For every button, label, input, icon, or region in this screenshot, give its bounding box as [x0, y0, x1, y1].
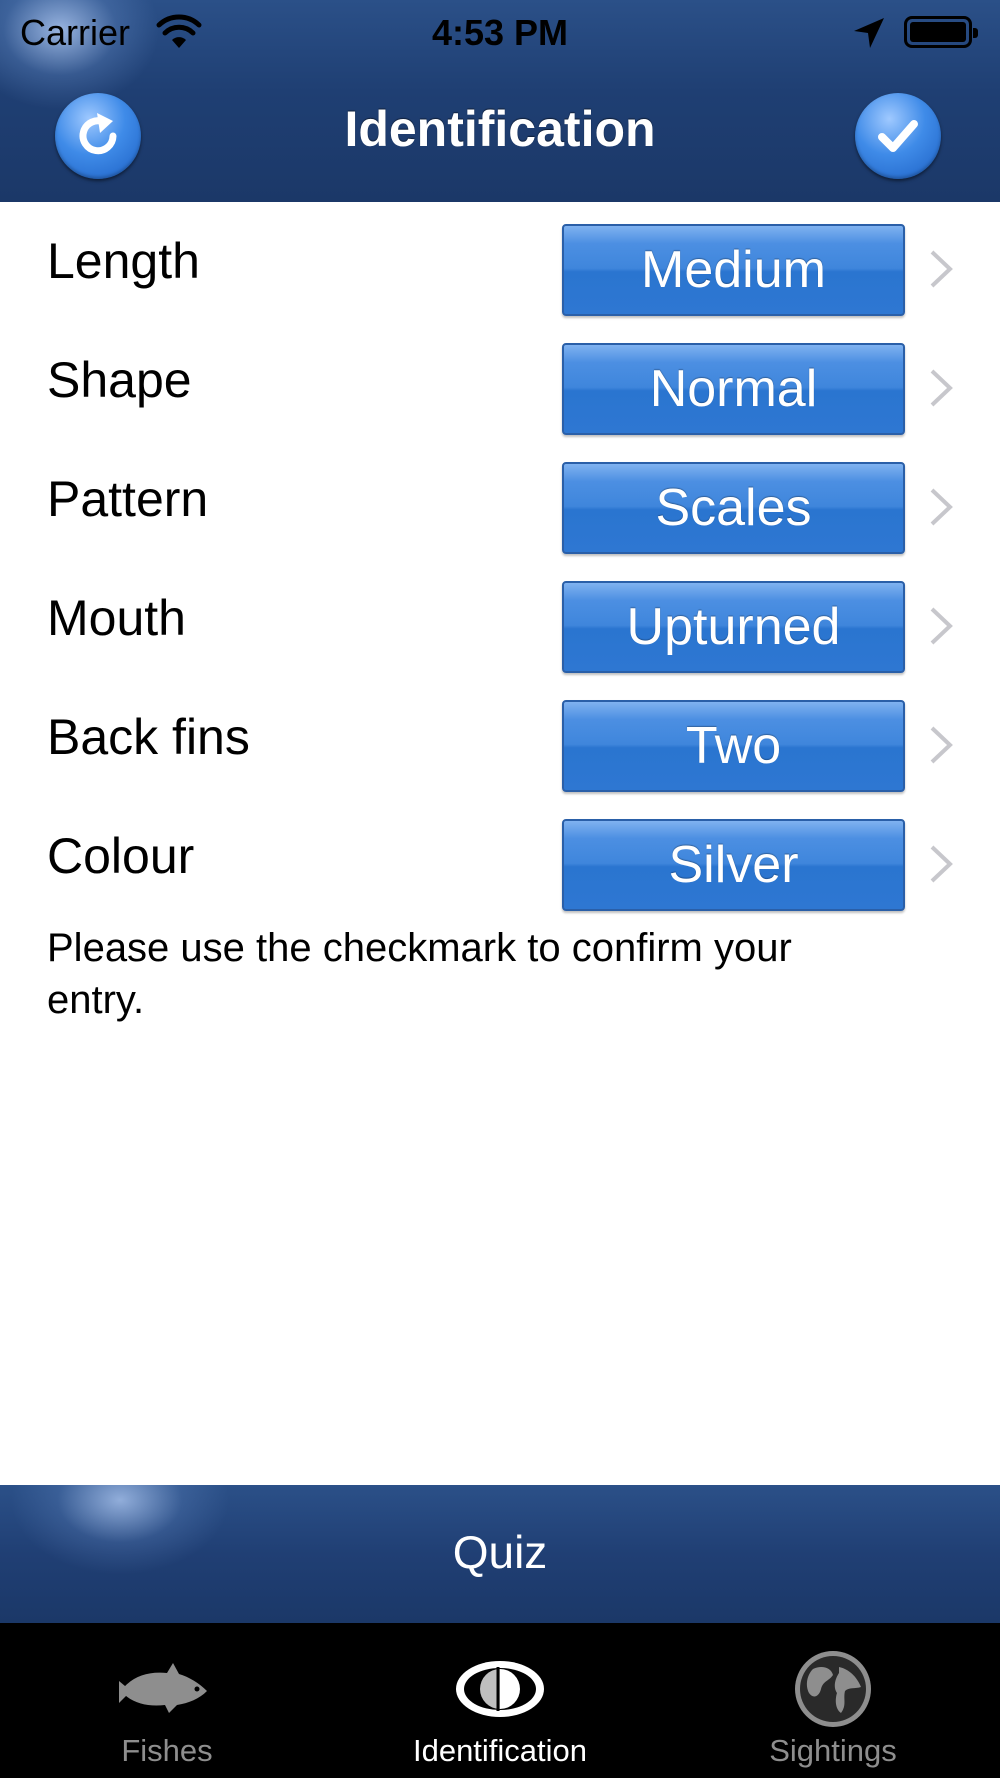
mouth-value-button[interactable]: Upturned [562, 581, 905, 673]
confirm-button[interactable] [855, 93, 941, 179]
top-header: Carrier 4:53 PM Identification [0, 0, 1000, 202]
attribute-label: Shape [47, 352, 192, 408]
length-value-button[interactable]: Medium [562, 224, 905, 316]
eye-icon [456, 1661, 544, 1717]
tab-label: Identification [412, 1733, 588, 1768]
quiz-button[interactable]: Quiz [0, 1485, 1000, 1623]
clock: 4:53 PM [431, 12, 569, 53]
chevron-right-icon[interactable] [928, 486, 954, 528]
attribute-row-back-fins[interactable]: Back fins Two [0, 686, 1000, 805]
attribute-row-shape[interactable]: Shape Normal [0, 329, 1000, 448]
instruction-text: Please use the checkmark to confirm your… [47, 926, 792, 1022]
tab-identification[interactable]: Identification [333, 1623, 667, 1778]
tab-sightings[interactable]: Sightings [666, 1623, 1000, 1778]
status-bar: Carrier 4:53 PM [0, 0, 1000, 70]
attribute-row-pattern[interactable]: Pattern Scales [0, 448, 1000, 567]
attribute-label: Pattern [47, 471, 209, 527]
location-arrow-icon [854, 18, 884, 48]
attribute-label: Mouth [47, 590, 186, 646]
shape-value-button[interactable]: Normal [562, 343, 905, 435]
navigation-bar: Identification [0, 70, 1000, 202]
chevron-right-icon[interactable] [928, 248, 954, 290]
checkmark-icon [878, 120, 918, 152]
attribute-label: Length [47, 233, 200, 289]
tab-fishes[interactable]: Fishes [0, 1623, 334, 1778]
battery-icon [904, 16, 978, 48]
chevron-right-icon[interactable] [928, 724, 954, 766]
tab-label: Sightings [769, 1733, 897, 1768]
attribute-label: Back fins [47, 709, 250, 765]
attribute-row-mouth[interactable]: Mouth Upturned [0, 567, 1000, 686]
pattern-value-button[interactable]: Scales [562, 462, 905, 554]
chevron-right-icon[interactable] [928, 605, 954, 647]
colour-value-button[interactable]: Silver [562, 819, 905, 911]
quiz-label: Quiz [452, 1526, 548, 1578]
back-fins-value-button[interactable]: Two [562, 700, 905, 792]
fish-icon [119, 1663, 207, 1713]
attribute-row-length[interactable]: Length Medium [0, 210, 1000, 329]
attribute-row-colour[interactable]: Colour Silver [0, 805, 1000, 924]
globe-icon [795, 1651, 871, 1727]
tab-bar: Fishes Identification Sightings [0, 1623, 1000, 1778]
chevron-right-icon[interactable] [928, 843, 954, 885]
tab-label: Fishes [121, 1733, 213, 1768]
chevron-right-icon[interactable] [928, 367, 954, 409]
attribute-label: Colour [47, 828, 195, 884]
page-title: Identification [344, 101, 656, 157]
